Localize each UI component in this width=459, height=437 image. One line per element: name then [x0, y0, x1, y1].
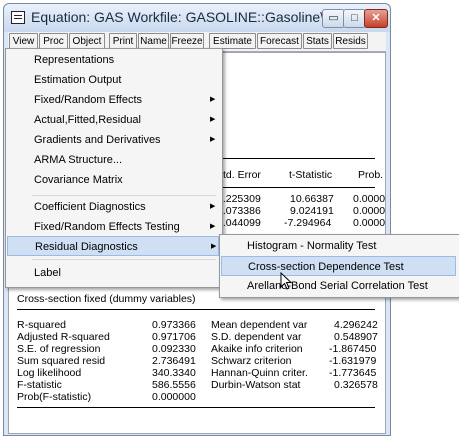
stat-label: F-statistic	[17, 379, 62, 391]
view-menu: Representations Estimation Output Fixed/…	[5, 48, 223, 288]
stat-label: Log likelihood	[17, 367, 82, 379]
col-header-prob: Prob.	[358, 169, 384, 181]
stat-value: 0.973366	[152, 319, 196, 331]
menu-item-label: Actual,Fitted,Residual	[34, 114, 141, 126]
stat-value: 0.326578	[334, 379, 378, 391]
coef-stderr-1: 0.225309	[217, 193, 261, 205]
menu-item-fixed-random-effects[interactable]: Fixed/Random Effects ▶	[6, 90, 220, 110]
coef-prob-3: 0.0000	[353, 217, 386, 229]
menu-item-arma-structure[interactable]: ARMA Structure...	[6, 150, 220, 170]
stat-label: Hannan-Quinn criter.	[211, 367, 308, 379]
print-button[interactable]: Print	[109, 33, 137, 49]
forecast-button[interactable]: Forecast	[257, 33, 302, 49]
submenu-arrow-icon: ▶	[210, 96, 216, 103]
stats-rule-bottom	[17, 407, 375, 408]
stat-value: 0.000000	[152, 391, 196, 403]
menu-item-label: ARMA Structure...	[34, 154, 123, 166]
coef-stderr-2: 0.073386	[217, 205, 261, 217]
window-menu-icon[interactable]	[11, 11, 25, 24]
coef-tstat-3: -7.294964	[284, 217, 332, 229]
submenu-arrow-icon: ▶	[210, 136, 216, 143]
residual-diagnostics-submenu: Histogram - Normality Test Cross-section…	[219, 234, 459, 298]
stats-button[interactable]: Stats	[303, 33, 332, 49]
coef-tstat-1: 10.66387	[290, 193, 334, 205]
submenu-item-label: Histogram - Normality Test	[247, 240, 377, 252]
stat-label: S.D. dependent var	[211, 331, 302, 343]
stat-label: Durbin-Watson stat	[211, 379, 301, 391]
stat-label: S.E. of regression	[17, 343, 101, 355]
name-button[interactable]: Name	[138, 33, 169, 49]
window-title: Equation: GAS Workfile: GASOLINE::Gasoli…	[31, 9, 325, 25]
menu-item-label: Fixed/Random Effects	[34, 94, 143, 106]
submenu-item-label: Cross-section Dependence Test	[248, 261, 404, 273]
menu-item-effects-testing[interactable]: Fixed/Random Effects Testing ▶	[6, 217, 220, 237]
menu-item-label: Covariance Matrix	[34, 174, 123, 186]
submenu-item-label: Arellano-Bond Serial Correlation Test	[247, 280, 428, 292]
menu-item-label: Label	[34, 267, 61, 279]
coef-tstat-2: 9.024191	[290, 205, 334, 217]
close-button[interactable]: ✕	[364, 9, 388, 28]
resids-button[interactable]: Resids	[333, 33, 368, 49]
stats-rule-top	[17, 309, 375, 310]
menu-separator	[32, 259, 216, 260]
coef-stderr-3: 0.044099	[217, 217, 261, 229]
estimate-button[interactable]: Estimate	[209, 33, 256, 49]
menu-item-residual-diagnostics[interactable]: Residual Diagnostics ▶	[7, 236, 219, 256]
arrow-cursor-icon	[280, 272, 292, 290]
stat-label: Schwarz criterion	[211, 355, 292, 367]
menu-item-label: Residual Diagnostics	[35, 241, 138, 253]
submenu-arrow-icon: ▶	[210, 203, 216, 210]
stat-value: 0.971706	[152, 331, 196, 343]
menu-item-estimation-output[interactable]: Estimation Output	[6, 70, 220, 90]
submenu-arrow-icon: ▶	[210, 116, 216, 123]
stat-value: -1.631979	[329, 355, 377, 367]
submenu-item-histogram-normality[interactable]: Histogram - Normality Test	[220, 236, 457, 256]
proc-button[interactable]: Proc	[39, 33, 68, 49]
stat-value: 586.5556	[152, 379, 196, 391]
menu-item-coefficient-diagnostics[interactable]: Coefficient Diagnostics ▶	[6, 197, 220, 217]
stat-value: 2.736491	[152, 355, 196, 367]
col-header-t-statistic: t-Statistic	[289, 169, 333, 181]
maximize-button[interactable]: □	[343, 9, 366, 28]
effects-label: Cross-section fixed (dummy variables)	[17, 293, 196, 305]
stat-value: 0.092330	[152, 343, 196, 355]
menu-item-representations[interactable]: Representations	[6, 50, 220, 70]
stat-label: Prob(F-statistic)	[17, 391, 92, 403]
submenu-arrow-icon: ▶	[211, 243, 217, 250]
stat-value: 0.548907	[334, 331, 378, 343]
menu-separator	[32, 195, 216, 196]
menu-item-label: Estimation Output	[34, 74, 122, 86]
menu-item-label: Gradients and Derivatives	[34, 134, 161, 146]
stat-label: R-squared	[17, 319, 67, 331]
stat-label: Adjusted R-squared	[17, 331, 110, 343]
stat-label: Akaike info criterion	[211, 343, 303, 355]
menu-item-label-view[interactable]: Label	[6, 263, 220, 283]
menu-item-label: Coefficient Diagnostics	[34, 201, 146, 213]
title-bar[interactable]: Equation: GAS Workfile: GASOLINE::Gasoli…	[4, 4, 390, 32]
freeze-button[interactable]: Freeze	[170, 33, 204, 49]
minimize-button[interactable]: ▭	[322, 9, 345, 28]
menu-item-actual-fitted-residual[interactable]: Actual,Fitted,Residual ▶	[6, 110, 220, 130]
stat-value: 340.3340	[152, 367, 196, 379]
stat-value: -1.867450	[329, 343, 377, 355]
stat-value: 4.296242	[334, 319, 378, 331]
stat-value: -1.773645	[329, 367, 377, 379]
coef-prob-1: 0.0000	[353, 193, 386, 205]
menu-item-label: Fixed/Random Effects Testing	[34, 221, 180, 233]
menu-item-gradients-derivatives[interactable]: Gradients and Derivatives ▶	[6, 130, 220, 150]
menu-item-covariance-matrix[interactable]: Covariance Matrix	[6, 170, 220, 190]
object-button[interactable]: Object	[69, 33, 105, 49]
stat-label: Mean dependent var	[211, 319, 308, 331]
submenu-item-arellano-bond[interactable]: Arellano-Bond Serial Correlation Test	[220, 276, 457, 296]
submenu-item-cross-section-dependence[interactable]: Cross-section Dependence Test	[221, 256, 456, 276]
stat-label: Sum squared resid	[17, 355, 106, 367]
menu-item-label: Representations	[34, 54, 115, 66]
coef-prob-2: 0.0000	[353, 205, 386, 217]
view-button[interactable]: View	[9, 33, 38, 49]
submenu-arrow-icon: ▶	[210, 223, 216, 230]
